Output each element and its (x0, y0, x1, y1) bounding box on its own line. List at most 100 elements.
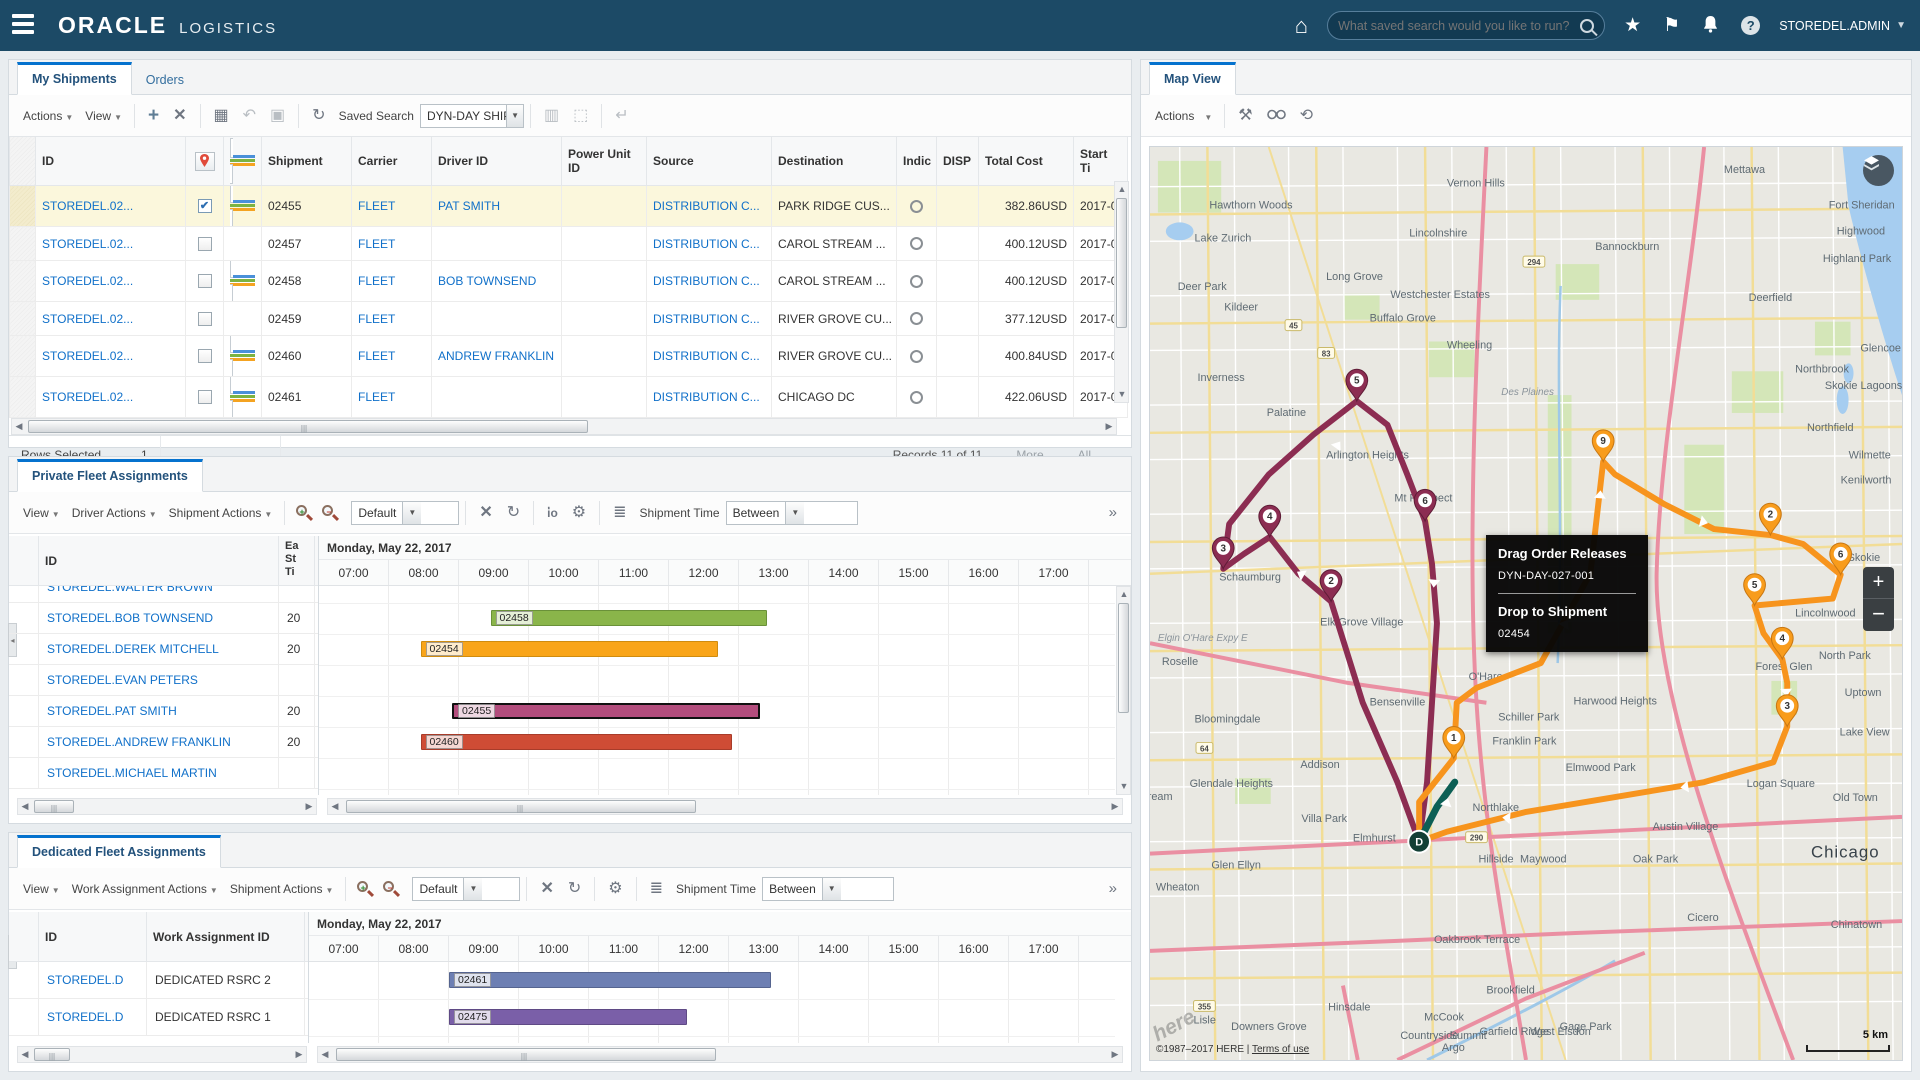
map-zoom-out-button[interactable]: − (1863, 599, 1894, 629)
gantt-chart-scrollbar[interactable]: ◀|||▶ (327, 798, 1123, 815)
work-assignment-actions-menu-button[interactable]: Work Assignment Actions▼ (66, 878, 224, 900)
shipment-id-link[interactable]: STOREDEL.02... (42, 237, 133, 251)
binoculars-icon[interactable] (1260, 105, 1293, 126)
shipment-row[interactable]: STOREDEL.02...02461FLEETDISTRIBUTION C..… (10, 377, 1128, 418)
gantt-chart-icon[interactable] (230, 377, 255, 418)
col-map-pin[interactable] (186, 137, 224, 186)
gantt-shipment-bar[interactable]: 02475 (449, 1009, 687, 1025)
gantt-shipment-bar[interactable]: 02454 (421, 641, 719, 657)
row-checkbox[interactable]: ✔ (198, 199, 212, 213)
gantt-resource-row[interactable]: STOREDEL.DEREK MITCHELL20 (9, 634, 318, 665)
row-checkbox[interactable] (198, 237, 212, 251)
carrier-link[interactable]: FLEET (358, 312, 395, 326)
driver-id-link[interactable]: STOREDEL.EVAN PETERS (47, 673, 198, 687)
shipments-horizontal-scrollbar[interactable]: ◀ ||| ▶ (11, 418, 1117, 435)
zoom-in-icon[interactable]: + (356, 880, 374, 898)
shipment-row[interactable]: STOREDEL.02...✔02455FLEETPAT SMITHDISTRI… (10, 186, 1128, 227)
tab-map-view[interactable]: Map View (1149, 62, 1236, 95)
tab-dedicated-fleet-assignments[interactable]: Dedicated Fleet Assignments (17, 835, 221, 868)
view-menu-button[interactable]: View▼ (17, 878, 66, 900)
carrier-link[interactable]: FLEET (358, 199, 395, 213)
gantt-shipment-bar[interactable]: 02460 (421, 734, 733, 750)
driver-id-link[interactable]: STOREDEL.DEREK MITCHELL (47, 642, 219, 656)
gantt-shipment-bar[interactable]: 02461 (449, 972, 771, 988)
save-icon[interactable]: ▣ (263, 106, 292, 126)
saved-search-select[interactable]: DYN-DAY SHIP▼ (420, 104, 524, 128)
legend-list-icon[interactable]: ≣ (606, 503, 633, 523)
clear-icon[interactable]: ✕ (472, 503, 499, 523)
carrier-link[interactable]: FLEET (358, 274, 395, 288)
map-layers-button[interactable] (1863, 155, 1894, 186)
carrier-link[interactable]: FLEET (358, 237, 395, 251)
gantt-resource-row[interactable]: STOREDEL.PAT SMITH20 (9, 696, 318, 727)
shipment-id-link[interactable]: STOREDEL.02... (42, 199, 133, 213)
shipment-actions-menu-button[interactable]: Shipment Actions▼ (224, 878, 340, 900)
map-pin-icon[interactable] (195, 152, 215, 171)
driver-id-link[interactable]: STOREDEL.WALTER BROWN (47, 586, 213, 594)
legend-list-icon[interactable]: ≣ (643, 879, 670, 899)
driver-id-link[interactable]: STOREDEL.MICHAEL MARTIN (47, 766, 217, 780)
gantt-preset-select[interactable]: Default▼ (412, 877, 520, 901)
go-icon[interactable]: ↵ (608, 106, 635, 126)
search-icon[interactable] (1580, 19, 1594, 33)
favorites-star-icon[interactable]: ★ (1624, 16, 1641, 35)
shipment-id-link[interactable]: STOREDEL.02... (42, 390, 133, 404)
row-handle[interactable] (10, 186, 36, 227)
hamburger-menu-icon[interactable] (12, 14, 38, 36)
marquee-select-icon[interactable]: ⬚ (566, 106, 595, 126)
driver-id-link[interactable]: STOREDEL.BOB TOWNSEND (47, 611, 213, 625)
gantt-shipment-bar[interactable]: 02458 (491, 610, 768, 626)
row-handle[interactable] (10, 302, 36, 336)
gantt-resource-row[interactable]: STOREDEL.MICHAEL MARTIN (9, 758, 318, 789)
col-total-cost[interactable]: Total Cost (979, 137, 1074, 186)
row-checkbox[interactable] (198, 312, 212, 326)
shipment-row[interactable]: STOREDEL.02...02457FLEETDISTRIBUTION C..… (10, 227, 1128, 261)
gantt-col-earliest-start[interactable]: Ea St Ti (279, 536, 315, 585)
view-menu-button[interactable]: View▼ (79, 105, 128, 127)
driver-actions-menu-button[interactable]: Driver Actions▼ (66, 502, 163, 524)
settings-gear-icon[interactable]: ⚙ (565, 503, 593, 523)
col-id[interactable]: ID (36, 137, 186, 186)
flag-icon[interactable]: ⚑ (1663, 16, 1680, 35)
gantt-resource-row[interactable]: STOREDEL.DDEDICATED RSRC 2 (9, 962, 308, 999)
shipment-row[interactable]: STOREDEL.02...02459FLEETDISTRIBUTION C..… (10, 302, 1128, 336)
clear-icon[interactable]: ✕ (533, 879, 560, 899)
gantt-chart-scrollbar[interactable]: ◀|||▶ (317, 1046, 1123, 1063)
shipment-id-link[interactable]: STOREDEL.02... (42, 312, 133, 326)
tab-orders[interactable]: Orders (132, 65, 198, 95)
shipment-row[interactable]: STOREDEL.02...02460FLEETANDREW FRANKLIND… (10, 336, 1128, 377)
io-options-icon[interactable]: i̇o (540, 505, 565, 521)
source-link[interactable]: DISTRIBUTION C... (653, 390, 760, 404)
gantt-col-id[interactable]: ID (39, 536, 279, 585)
col-shipment[interactable]: Shipment (262, 137, 352, 186)
gantt-resource-row[interactable]: STOREDEL.DDEDICATED RSRC 1 (9, 999, 308, 1036)
refresh-icon[interactable]: ↻ (305, 106, 332, 126)
gantt-chart-icon[interactable] (230, 186, 255, 227)
reposition-map-icon[interactable]: ⟲ (1293, 106, 1320, 126)
view-menu-button[interactable]: View▼ (17, 502, 66, 524)
home-icon[interactable]: ⌂ (1295, 15, 1308, 37)
carrier-link[interactable]: FLEET (358, 390, 395, 404)
gantt-resource-row[interactable]: STOREDEL.WALTER BROWN (9, 586, 318, 603)
shipment-row[interactable]: STOREDEL.02...02458FLEETBOB TOWNSENDDIST… (10, 261, 1128, 302)
undo-icon[interactable]: ↶ (236, 106, 263, 126)
source-link[interactable]: DISTRIBUTION C... (653, 312, 760, 326)
zoom-in-icon[interactable]: + (295, 504, 313, 522)
driver-id-link[interactable]: STOREDEL.PAT SMITH (47, 704, 177, 718)
gantt-resource-row[interactable]: STOREDEL.BOB TOWNSEND20 (9, 603, 318, 634)
detach-table-icon[interactable]: ▦ (207, 106, 236, 126)
settings-gear-icon[interactable]: ⚙ (601, 879, 629, 899)
driver-link[interactable]: BOB TOWNSEND (438, 274, 536, 288)
gantt-col-id[interactable]: ID (39, 912, 147, 961)
row-handle[interactable] (10, 377, 36, 418)
map-canvas[interactable]: 458329464290355 Hawthorn WoodsVernon Hil… (1149, 146, 1903, 1061)
shipments-vertical-scrollbar[interactable]: ▲ ▼ (1114, 181, 1129, 403)
freeze-columns-icon[interactable]: ▥ (537, 106, 566, 126)
actions-menu-button[interactable]: Actions▼ (17, 105, 79, 127)
resource-id-link[interactable]: STOREDEL.D (47, 1010, 123, 1024)
gantt-preset-select[interactable]: Default▼ (351, 501, 459, 525)
col-destination[interactable]: Destination (772, 137, 897, 186)
col-source[interactable]: Source (647, 137, 772, 186)
row-handle[interactable] (10, 227, 36, 261)
help-icon[interactable]: ? (1741, 16, 1760, 35)
